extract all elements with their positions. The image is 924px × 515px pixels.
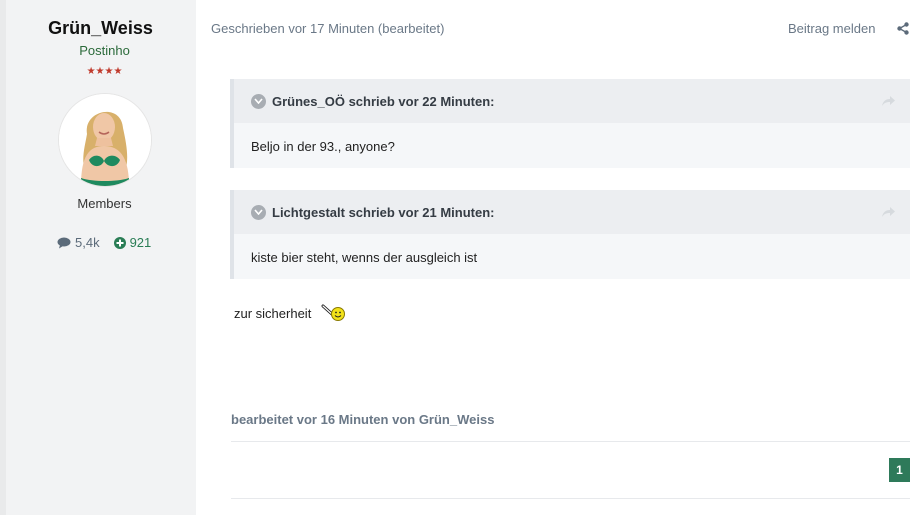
collapse-toggle-icon[interactable] <box>251 93 266 109</box>
reputation-count: 921 <box>129 235 152 250</box>
post-body: zur sicherheit <box>234 303 347 324</box>
quote-block: Lichtgestalt schrieb vor 21 Minuten: kis… <box>230 190 910 279</box>
smiley-emoticon-icon <box>321 303 347 324</box>
rank-stars: ★★★★ <box>86 66 123 77</box>
author-sidebar: Grün_Weiss Postinho ★★★★ Members 5,4k 92… <box>0 0 196 515</box>
posts-stat[interactable]: 5,4k <box>57 235 100 250</box>
quote-citation-text[interactable]: Lichtgestalt schrieb vor 21 Minuten: <box>272 205 495 220</box>
quote-citation: Grünes_OÖ schrieb vor 22 Minuten: <box>234 79 910 123</box>
divider <box>231 441 910 442</box>
edited-note: bearbeitet vor 16 Minuten von Grün_Weiss <box>231 412 495 427</box>
posts-count: 5,4k <box>75 235 100 250</box>
author-rank: Postinho <box>79 43 130 58</box>
quote-citation: Lichtgestalt schrieb vor 21 Minuten: <box>234 190 910 234</box>
post-meta[interactable]: Geschrieben vor 17 Minuten (bearbeitet) <box>211 21 444 36</box>
author-stats: 5,4k 921 <box>57 235 151 250</box>
report-post-link[interactable]: Beitrag melden <box>788 21 875 36</box>
author-group: Members <box>77 196 132 211</box>
avatar-image <box>59 94 151 186</box>
plus-circle-icon <box>113 236 126 249</box>
share-icon[interactable] <box>897 22 909 40</box>
quote-text: kiste bier steht, wenns der ausgleich is… <box>251 250 478 265</box>
quote-block: Grünes_OÖ schrieb vor 22 Minuten: Beljo … <box>230 79 910 168</box>
collapse-toggle-icon[interactable] <box>251 204 266 220</box>
reputation-stat[interactable]: 921 <box>113 235 152 250</box>
sidebar-edge <box>0 0 6 515</box>
reply-arrow-icon[interactable] <box>882 206 896 221</box>
divider <box>231 498 910 499</box>
author-username[interactable]: Grün_Weiss <box>0 18 201 39</box>
reply-arrow-icon[interactable] <box>882 95 896 110</box>
quote-text: Beljo in der 93., anyone? <box>251 139 395 154</box>
page-button-current[interactable]: 1 <box>889 458 910 482</box>
post-text: zur sicherheit <box>234 306 312 321</box>
quote-citation-text[interactable]: Grünes_OÖ schrieb vor 22 Minuten: <box>272 94 495 109</box>
comment-icon <box>57 237 71 248</box>
avatar[interactable] <box>59 94 151 186</box>
